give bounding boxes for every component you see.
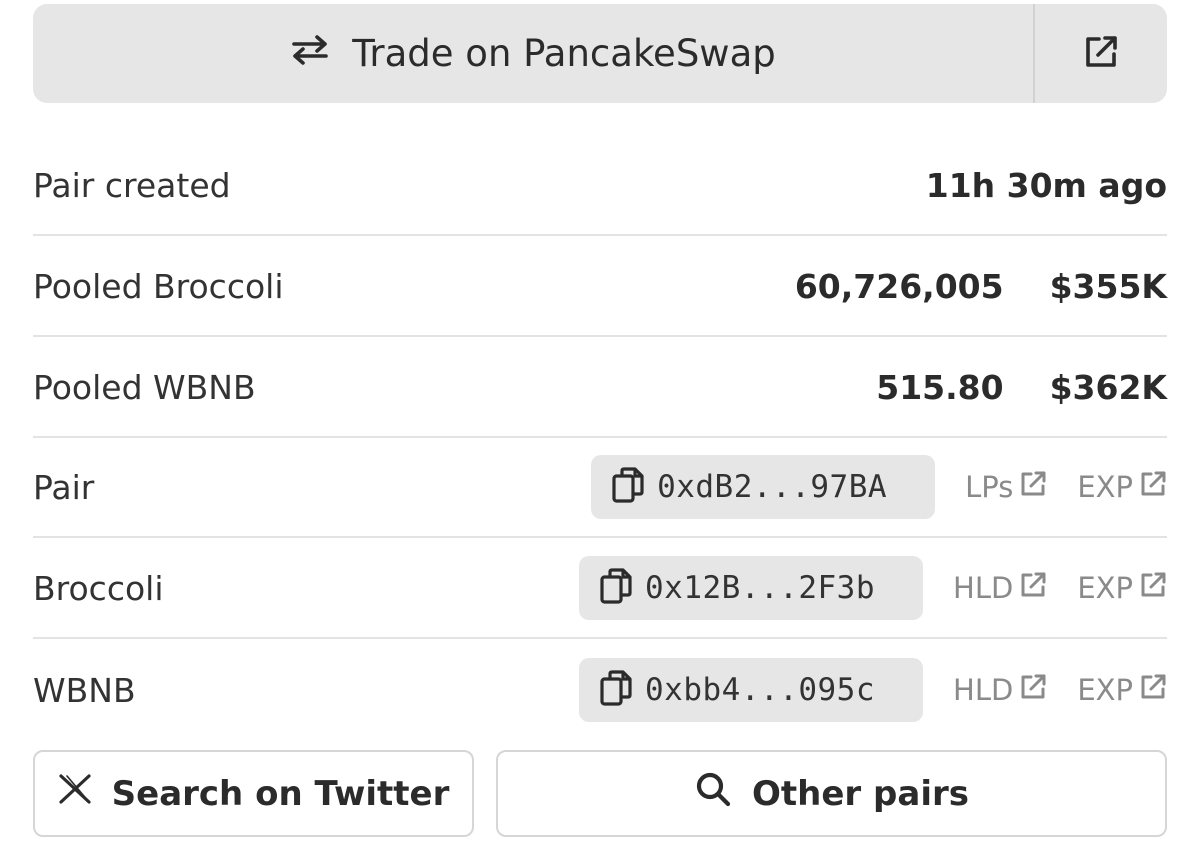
explorer-link-label: EXP — [1077, 673, 1133, 707]
trade-label: Trade on PancakeSwap — [352, 32, 776, 75]
address-label: Broccoli — [33, 568, 164, 608]
external-link-icon — [1139, 571, 1167, 606]
lps-link[interactable]: LPs — [965, 470, 1047, 505]
external-link-icon — [1139, 673, 1167, 708]
address-actions: 0x12B...2F3b HLD EXP — [579, 556, 1167, 620]
search-icon — [694, 770, 732, 817]
other-pairs-label: Other pairs — [752, 773, 969, 814]
pooled-token-row: Pooled Broccoli 60,726,005 $355K — [33, 237, 1167, 337]
pair-created-value: 11h 30m ago — [925, 165, 1167, 205]
pooled-quote-values: 515.80 $362K — [876, 368, 1167, 407]
pooled-token-label: Pooled Broccoli — [33, 266, 284, 306]
pair-created-label: Pair created — [33, 165, 231, 205]
address-text: 0x12B...2F3b — [645, 570, 875, 606]
pooled-quote-amount: 515.80 — [876, 367, 1004, 407]
address-text: 0xdB2...97BA — [657, 469, 888, 505]
copy-address-button[interactable]: 0x12B...2F3b — [579, 556, 924, 620]
external-link-icon — [1019, 470, 1047, 505]
trade-bar: Trade on PancakeSwap — [33, 4, 1167, 103]
external-link-icon — [1082, 33, 1120, 75]
address-label: Pair — [33, 467, 95, 507]
address-row-pair: Pair 0xdB2...97BA LPs EXP — [33, 438, 1167, 538]
holders-link[interactable]: HLD — [953, 673, 1047, 708]
explorer-link[interactable]: EXP — [1077, 673, 1167, 708]
search-on-twitter-button[interactable]: Search on Twitter — [33, 750, 474, 837]
other-pairs-button[interactable]: Other pairs — [496, 750, 1167, 837]
external-link-icon — [1019, 571, 1047, 606]
address-actions: 0xdB2...97BA LPs EXP — [591, 455, 1167, 519]
explorer-link-label: EXP — [1077, 571, 1133, 605]
search-on-twitter-label: Search on Twitter — [111, 773, 450, 814]
holders-link-label: HLD — [953, 571, 1014, 605]
holders-link-label: HLD — [953, 673, 1014, 707]
copy-icon — [599, 669, 633, 711]
address-row-quote: WBNB 0xbb4...095c HLD EXP — [33, 640, 1167, 740]
holders-link[interactable]: HLD — [953, 571, 1047, 606]
swap-arrows-icon — [290, 32, 330, 75]
trade-on-pancakeswap-button[interactable]: Trade on PancakeSwap — [33, 4, 1033, 103]
explorer-link-label: EXP — [1077, 470, 1133, 504]
copy-icon — [611, 466, 645, 508]
address-text: 0xbb4...095c — [645, 672, 875, 708]
external-link-icon — [1019, 673, 1047, 708]
explorer-link[interactable]: EXP — [1077, 571, 1167, 606]
lps-link-label: LPs — [965, 470, 1014, 504]
copy-icon — [599, 567, 633, 609]
pooled-quote-label: Pooled WBNB — [33, 367, 256, 407]
pooled-quote-row: Pooled WBNB 515.80 $362K — [33, 338, 1167, 438]
address-row-token: Broccoli 0x12B...2F3b HLD EXP — [33, 539, 1167, 639]
pooled-quote-usd: $362K — [1049, 367, 1167, 407]
pair-created-row: Pair created 11h 30m ago — [33, 136, 1167, 236]
address-label: WBNB — [33, 670, 136, 710]
pooled-token-amount: 60,726,005 — [794, 266, 1004, 306]
trade-external-link-button[interactable] — [1033, 4, 1167, 103]
copy-address-button[interactable]: 0xdB2...97BA — [591, 455, 936, 519]
copy-address-button[interactable]: 0xbb4...095c — [579, 658, 924, 722]
pooled-token-values: 60,726,005 $355K — [795, 267, 1167, 306]
pooled-token-usd: $355K — [1049, 266, 1167, 306]
x-logo-icon — [58, 773, 92, 814]
explorer-link[interactable]: EXP — [1077, 470, 1167, 505]
address-actions: 0xbb4...095c HLD EXP — [579, 658, 1167, 722]
external-link-icon — [1139, 470, 1167, 505]
